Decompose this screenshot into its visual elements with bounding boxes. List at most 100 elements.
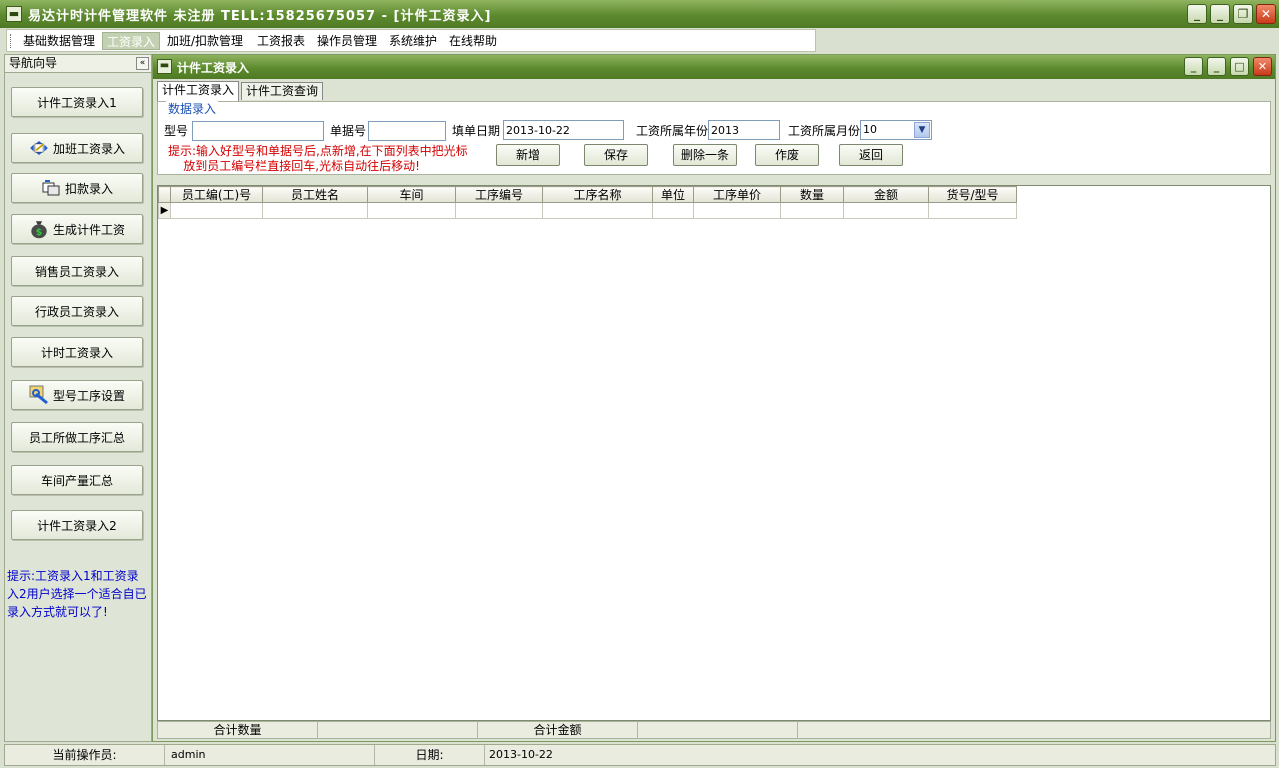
salary-year-label: 工资所属年份 [636,124,709,138]
svg-text:$: $ [36,227,42,238]
inner-minimize-button[interactable]: _ [1184,57,1203,76]
minimize-button[interactable]: _ [1187,4,1207,24]
inner-maximize-button[interactable]: □ [1230,57,1249,76]
add-button[interactable]: 新增 [496,144,560,166]
summary-bar: 合计数量 合计金额 [157,721,1271,739]
menu-bar: 基础数据管理 工资录入 加班/扣款管理 工资报表 操作员管理 系统维护 在线帮助 [6,29,816,52]
data-entry-legend: 数据录入 [166,100,219,117]
inner-close-button[interactable]: ✕ [1253,57,1272,76]
card-swap-icon [41,178,61,198]
data-entry-group: 数据录入 型号 单据号 填单日期 工资所属年份 工资所属月份 10 ▼ 提示:输… [157,100,1271,175]
nav-sales-salary-entry[interactable]: 销售员工资录入 [11,256,143,286]
nav-overtime-entry[interactable]: 加班工资录入 [11,133,143,163]
model-label: 型号 [164,124,189,138]
app-title: 易达计时计件管理软件 未注册 TELL:15825675057 - [计件工资录… [28,9,492,24]
nav-generate-piecework-salary[interactable]: $ 生成计件工资 [11,214,143,244]
inner-minimize-button-2[interactable]: _ [1207,57,1226,76]
tab-piecework-query[interactable]: 计件工资查询 [241,82,324,100]
date-label: 日期: [375,745,485,765]
inner-title: 计件工资录入 [177,61,250,75]
col-quantity[interactable]: 数量 [780,186,844,203]
nav-panel: 导航向导 « 计件工资录入1 加班工资录入 扣款录入 $ 生成计件工资 销售员工… [4,54,152,742]
col-amount[interactable]: 金额 [843,186,929,203]
doc-number-label: 单据号 [330,124,367,138]
salary-grid[interactable]: 员工编(工)号 员工姓名 车间 工序编号 工序名称 单位 工序单价 数量 金额 … [157,185,1271,721]
restore-button[interactable]: ❐ [1233,4,1253,24]
entry-hint: 提示:输入好型号和单据号后,点新增,在下面列表中把光标 放到员工编号栏直接回车,… [168,144,468,173]
total-quantity-label: 合计数量 [158,722,318,738]
edit-document-icon [29,138,49,158]
cell-model-number[interactable] [928,202,1017,219]
cell-unit[interactable] [652,202,694,219]
menu-grip[interactable] [10,34,13,48]
nav-deduction-entry[interactable]: 扣款录入 [11,173,143,203]
col-employee-name[interactable]: 员工姓名 [262,186,368,203]
delete-row-button[interactable]: 删除一条 [673,144,737,166]
cell-employee-id[interactable] [170,202,263,219]
col-process-name[interactable]: 工序名称 [542,186,653,203]
collapse-icon[interactable]: « [136,57,149,70]
nav-header: 导航向导 « [5,55,151,73]
total-amount-value [638,722,798,738]
salary-month-select[interactable]: 10 ▼ [860,120,932,140]
operator-label: 当前操作员: [5,745,165,765]
grid-header-row: 员工编(工)号 员工姓名 车间 工序编号 工序名称 单位 工序单价 数量 金额 … [158,186,1017,203]
model-input[interactable] [192,121,324,141]
total-quantity-value [318,722,478,738]
save-button[interactable]: 保存 [584,144,648,166]
doc-number-input[interactable] [368,121,446,141]
status-bar: 当前操作员: admin 日期: 2013-10-22 [4,744,1276,766]
col-unit-price[interactable]: 工序单价 [693,186,781,203]
app-title-bar: ▬ 易达计时计件管理软件 未注册 TELL:15825675057 - [计件工… [0,0,1279,28]
col-unit[interactable]: 单位 [652,186,694,203]
inner-title-bar: ▬ 计件工资录入 _ _ □ ✕ [153,55,1275,79]
nav-piecework-entry-1[interactable]: 计件工资录入1 [11,87,143,117]
salary-month-label: 工资所属月份 [788,124,861,138]
salary-table: 员工编(工)号 员工姓名 车间 工序编号 工序名称 单位 工序单价 数量 金额 … [158,186,1017,219]
table-row[interactable]: ▶ [158,202,1017,219]
back-button[interactable]: 返回 [839,144,903,166]
col-employee-id[interactable]: 员工编(工)号 [170,186,263,203]
nav-employee-process-summary[interactable]: 员工所做工序汇总 [11,422,143,452]
nav-tip: 提示:工资录入1和工资录入2用户选择一个适合自已录入方式就可以了! [7,569,147,619]
nav-workshop-output-summary[interactable]: 车间产量汇总 [11,465,143,495]
menu-salary-entry[interactable]: 工资录入 [102,32,161,50]
grid-corner [158,186,171,203]
nav-piecework-entry-2[interactable]: 计件工资录入2 [11,510,143,540]
salary-year-input[interactable] [708,120,780,140]
cell-workshop[interactable] [367,202,456,219]
nav-title: 导航向导 [9,56,58,70]
row-indicator-icon: ▶ [158,202,171,219]
menu-online-help[interactable]: 在线帮助 [445,32,501,50]
fill-date-input[interactable] [503,120,624,140]
nav-admin-salary-entry[interactable]: 行政员工资录入 [11,296,143,326]
menu-operator-management[interactable]: 操作员管理 [313,32,381,50]
nav-hourly-salary-entry[interactable]: 计时工资录入 [11,337,143,367]
col-workshop[interactable]: 车间 [367,186,456,203]
menu-salary-report[interactable]: 工资报表 [253,32,309,50]
col-model-number[interactable]: 货号/型号 [928,186,1017,203]
fill-date-label: 填单日期 [452,124,501,138]
total-amount-label: 合计金额 [478,722,638,738]
menu-overtime-deduction[interactable]: 加班/扣款管理 [163,32,247,50]
col-process-id[interactable]: 工序编号 [455,186,543,203]
date-value: 2013-10-22 [489,748,553,761]
cell-unit-price[interactable] [693,202,781,219]
system-menu-icon[interactable]: ▬ [6,6,22,22]
cell-amount[interactable] [843,202,929,219]
inner-window: ▬ 计件工资录入 _ _ □ ✕ 计件工资录入 计件工资查询 数据录入 型号 单… [152,54,1276,742]
minimize-button-2[interactable]: _ [1210,4,1230,24]
cell-process-id[interactable] [455,202,543,219]
cell-process-name[interactable] [542,202,653,219]
close-button[interactable]: ✕ [1256,4,1276,24]
cell-quantity[interactable] [780,202,844,219]
chevron-down-icon[interactable]: ▼ [914,122,930,138]
menu-basic-data[interactable]: 基础数据管理 [19,32,99,50]
void-button[interactable]: 作废 [755,144,819,166]
tab-piecework-entry[interactable]: 计件工资录入 [157,81,240,101]
operator-value: admin [165,745,375,765]
cell-employee-name[interactable] [262,202,368,219]
nav-model-process-settings[interactable]: 型号工序设置 [11,380,143,410]
menu-system-maintenance[interactable]: 系统维护 [385,32,441,50]
inner-system-menu-icon[interactable]: ▬ [157,59,172,74]
